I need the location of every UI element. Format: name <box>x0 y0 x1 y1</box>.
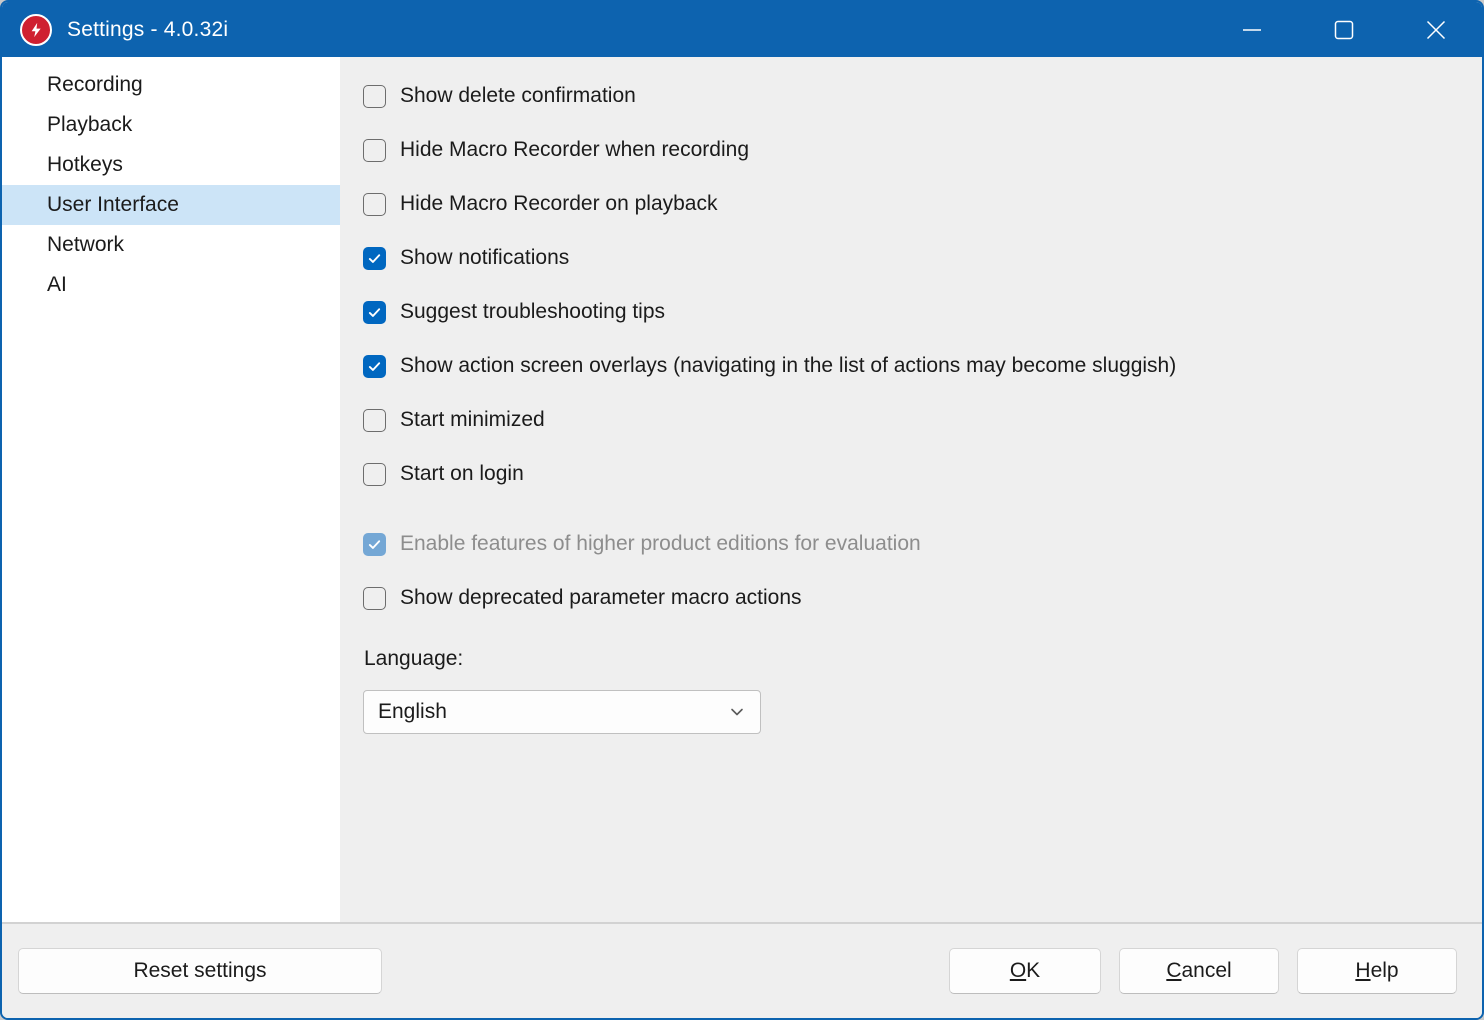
main-area: Recording Playback Hotkeys User Interfac… <box>2 57 1482 922</box>
sidebar-item-label: User Interface <box>47 193 179 217</box>
checkbox-box[interactable] <box>363 301 386 324</box>
footer-right-buttons: OK Cancel Help <box>949 948 1457 994</box>
check-icon <box>367 305 382 320</box>
language-label: Language: <box>364 644 1482 674</box>
checkbox-show-delete-confirmation[interactable]: Show delete confirmation <box>340 69 1482 123</box>
footer-bar: Reset settings OK Cancel Help <box>2 922 1482 1018</box>
checkbox-box <box>363 533 386 556</box>
language-selected-value: English <box>378 700 447 724</box>
checkbox-show-deprecated-parameter-macro-actions[interactable]: Show deprecated parameter macro actions <box>340 571 1482 625</box>
settings-window: Settings - 4.0.32i Reco <box>0 0 1484 1020</box>
checkbox-start-on-login[interactable]: Start on login <box>340 447 1482 501</box>
ok-button[interactable]: OK <box>949 948 1101 994</box>
checkbox-label: Start minimized <box>400 408 545 432</box>
checkbox-box[interactable] <box>363 85 386 108</box>
checkbox-label: Show deprecated parameter macro actions <box>400 586 802 610</box>
sidebar-item-playback[interactable]: Playback <box>2 105 340 145</box>
sidebar-item-ai[interactable]: AI <box>2 265 340 305</box>
checkbox-suggest-troubleshooting-tips[interactable]: Suggest troubleshooting tips <box>340 285 1482 339</box>
close-icon <box>1425 19 1447 41</box>
checkbox-label: Hide Macro Recorder on playback <box>400 192 717 216</box>
sidebar-item-user-interface[interactable]: User Interface <box>2 185 340 225</box>
checkbox-start-minimized[interactable]: Start minimized <box>340 393 1482 447</box>
checkbox-box[interactable] <box>363 139 386 162</box>
check-icon <box>367 537 382 552</box>
sidebar-item-label: AI <box>47 273 67 297</box>
maximize-button[interactable] <box>1298 2 1390 57</box>
chevron-down-icon <box>728 703 746 721</box>
checkbox-enable-higher-edition-features: Enable features of higher product editio… <box>340 517 1482 571</box>
checkbox-label: Enable features of higher product editio… <box>400 532 921 556</box>
settings-panel: Show delete confirmation Hide Macro Reco… <box>340 57 1482 922</box>
sidebar-item-label: Playback <box>47 113 132 137</box>
checkbox-label: Show notifications <box>400 246 569 270</box>
checkbox-label: Suggest troubleshooting tips <box>400 300 665 324</box>
checkbox-label: Hide Macro Recorder when recording <box>400 138 749 162</box>
checkbox-hide-on-playback[interactable]: Hide Macro Recorder on playback <box>340 177 1482 231</box>
check-icon <box>367 251 382 266</box>
sidebar-item-label: Recording <box>47 73 143 97</box>
cancel-label: Cancel <box>1166 959 1231 983</box>
sidebar-item-recording[interactable]: Recording <box>2 65 340 105</box>
titlebar: Settings - 4.0.32i <box>2 2 1482 57</box>
checkbox-label: Show action screen overlays (navigating … <box>400 354 1176 378</box>
sidebar: Recording Playback Hotkeys User Interfac… <box>2 57 340 922</box>
minimize-button[interactable] <box>1206 2 1298 57</box>
language-dropdown[interactable]: English <box>363 690 761 734</box>
sidebar-item-label: Network <box>47 233 124 257</box>
lightning-bolt-icon <box>27 21 45 39</box>
caption-buttons <box>1206 2 1482 57</box>
checkbox-show-notifications[interactable]: Show notifications <box>340 231 1482 285</box>
checkbox-label: Start on login <box>400 462 524 486</box>
close-button[interactable] <box>1390 2 1482 57</box>
sidebar-item-network[interactable]: Network <box>2 225 340 265</box>
checkbox-box[interactable] <box>363 355 386 378</box>
check-icon <box>367 359 382 374</box>
sidebar-item-label: Hotkeys <box>47 153 123 177</box>
help-button[interactable]: Help <box>1297 948 1457 994</box>
help-label: Help <box>1355 959 1398 983</box>
checkbox-box[interactable] <box>363 463 386 486</box>
sidebar-item-hotkeys[interactable]: Hotkeys <box>2 145 340 185</box>
checkbox-box[interactable] <box>363 193 386 216</box>
reset-settings-button[interactable]: Reset settings <box>18 948 382 994</box>
checkbox-show-action-screen-overlays[interactable]: Show action screen overlays (navigating … <box>340 339 1482 393</box>
checkbox-box[interactable] <box>363 409 386 432</box>
cancel-button[interactable]: Cancel <box>1119 948 1279 994</box>
checkbox-label: Show delete confirmation <box>400 84 636 108</box>
ok-label: OK <box>1010 959 1040 983</box>
checkbox-hide-when-recording[interactable]: Hide Macro Recorder when recording <box>340 123 1482 177</box>
macro-recorder-app-icon <box>20 14 52 46</box>
checkbox-box[interactable] <box>363 587 386 610</box>
checkbox-box[interactable] <box>363 247 386 270</box>
reset-settings-label: Reset settings <box>133 959 266 983</box>
window-title: Settings - 4.0.32i <box>67 18 228 42</box>
minimize-icon <box>1241 19 1263 41</box>
maximize-icon <box>1333 19 1355 41</box>
